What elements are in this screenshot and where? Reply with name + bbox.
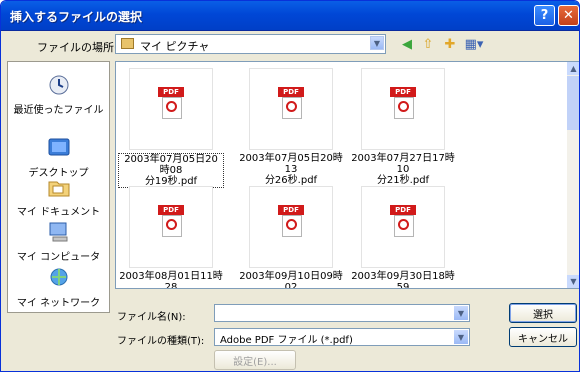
pdf-icon-tag: PDF <box>158 87 184 97</box>
file-name: 2003年07月27日17時10 分21秒.pdf <box>350 153 456 186</box>
folder-icon <box>121 38 134 49</box>
place-my-computer[interactable]: マイ コンピュータ <box>8 221 109 263</box>
my-documents-icon <box>48 181 69 197</box>
pdf-icon-tag: PDF <box>278 87 304 97</box>
scroll-down-button[interactable]: ▼ <box>567 275 579 288</box>
file-item[interactable]: PDF 2003年09月10日09時02 <box>238 186 344 289</box>
file-name-line-2: 分26秒.pdf <box>264 175 318 186</box>
file-open-dialog: 挿入するファイルの選択 ? ✕ ファイルの場所(I): マイ ピクチャ ▼ ◀ … <box>0 0 580 372</box>
place-label: マイ コンピュータ <box>16 252 101 263</box>
file-name: 2003年09月30日18時59 <box>351 271 455 289</box>
desktop-icon <box>48 138 69 156</box>
file-thumbnail: PDF <box>129 68 213 150</box>
chevron-down-icon[interactable]: ▼ <box>454 330 468 344</box>
file-name: 2003年07月05日20時13 分26秒.pdf <box>238 153 344 186</box>
scroll-thumb[interactable] <box>567 76 579 130</box>
file-thumbnail: PDF <box>249 186 333 268</box>
title-bar: 挿入するファイルの選択 ? ✕ <box>1 1 579 31</box>
back-button[interactable]: ◀ <box>398 35 416 53</box>
file-thumbnail: PDF <box>361 186 445 268</box>
my-network-icon <box>50 268 67 286</box>
select-button[interactable]: 選択 <box>509 303 577 323</box>
pdf-file-icon: PDF <box>158 87 184 119</box>
recent-files-icon <box>49 75 68 95</box>
place-label: マイ ドキュメント <box>16 207 101 218</box>
file-item[interactable]: PDF 2003年07月05日20時13 分26秒.pdf <box>238 68 344 186</box>
settings-button[interactable]: 設定(E)... <box>214 350 296 370</box>
look-in-value: マイ ピクチャ <box>140 40 210 53</box>
pdf-file-icon: PDF <box>158 205 184 237</box>
cancel-button[interactable]: キャンセル <box>509 327 577 347</box>
place-desktop[interactable]: デスクトップ <box>8 137 109 179</box>
file-thumbnail: PDF <box>361 68 445 150</box>
views-menu-button[interactable]: ▦▾ <box>461 35 487 53</box>
close-button[interactable]: ✕ <box>558 5 579 26</box>
filetype-label: ファイルの種類(T): <box>117 336 205 347</box>
pdf-icon-tag: PDF <box>390 87 416 97</box>
pdf-icon-tag: PDF <box>390 205 416 215</box>
file-name-line-1: 2003年07月05日20時13 <box>239 153 343 175</box>
help-button[interactable]: ? <box>534 5 555 26</box>
filename-label: ファイル名(N): <box>117 312 186 323</box>
chevron-down-icon[interactable]: ▼ <box>454 306 468 320</box>
chevron-down-icon[interactable]: ▼ <box>370 36 384 50</box>
place-label: マイ ネットワーク <box>16 298 101 309</box>
file-item[interactable]: PDF 2003年07月05日20時08 分19秒.pdf <box>118 68 224 188</box>
file-name: 2003年09月10日09時02 <box>239 271 343 289</box>
new-folder-button[interactable]: ✚ <box>441 35 459 53</box>
look-in-dropdown[interactable]: マイ ピクチャ ▼ <box>115 34 386 54</box>
file-name: 2003年07月05日20時08 分19秒.pdf <box>118 153 224 188</box>
file-item[interactable]: PDF 2003年08月01日11時28 <box>118 186 224 289</box>
place-recent-files[interactable]: 最近使ったファイル <box>8 74 109 116</box>
pdf-file-icon: PDF <box>390 87 416 119</box>
window-title: 挿入するファイルの選択 <box>10 10 143 24</box>
place-label: 最近使ったファイル <box>13 105 104 116</box>
file-name: 2003年08月01日11時28 <box>119 271 223 289</box>
up-folder-button[interactable]: ⇧ <box>419 35 437 53</box>
place-my-documents[interactable]: マイ ドキュメント <box>8 176 109 218</box>
filetype-value: Adobe PDF ファイル (*.pdf) <box>220 335 353 346</box>
file-name-line-1: 2003年07月05日20時08 <box>124 154 218 176</box>
file-name-line-2: 分21秒.pdf <box>376 175 430 186</box>
pdf-icon-tag: PDF <box>278 205 304 215</box>
vertical-scrollbar[interactable]: ▲ ▼ <box>567 62 579 288</box>
pdf-file-icon: PDF <box>278 205 304 237</box>
my-computer-icon <box>49 222 67 242</box>
pdf-file-icon: PDF <box>278 87 304 119</box>
pdf-file-icon: PDF <box>390 205 416 237</box>
scroll-up-button[interactable]: ▲ <box>567 62 579 75</box>
file-thumbnail: PDF <box>129 186 213 268</box>
file-item[interactable]: PDF 2003年07月27日17時10 分21秒.pdf <box>350 68 456 186</box>
file-list-view: PDF 2003年07月05日20時08 分19秒.pdf PDF 2003年07… <box>115 61 579 289</box>
file-thumbnail: PDF <box>249 68 333 150</box>
place-my-network[interactable]: マイ ネットワーク <box>8 267 109 309</box>
file-item[interactable]: PDF 2003年09月30日18時59 <box>350 186 456 289</box>
file-name-line-1: 2003年07月27日17時10 <box>351 153 455 175</box>
places-bar: 最近使ったファイル デスクトップ マイ ドキュメント マイ コンピュータ マイ … <box>7 61 110 313</box>
filetype-dropdown[interactable]: Adobe PDF ファイル (*.pdf) ▼ <box>214 328 470 346</box>
filename-combobox[interactable]: ▼ <box>214 304 470 322</box>
pdf-icon-tag: PDF <box>158 205 184 215</box>
